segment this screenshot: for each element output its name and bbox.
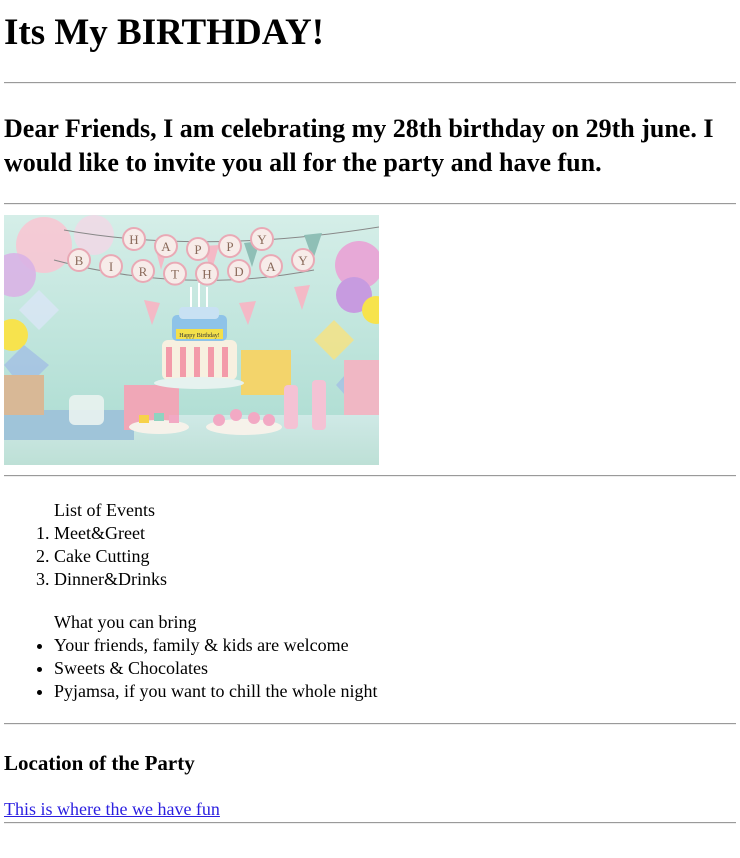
invitation-text: Dear Friends, I am celebrating my 28th b… (4, 114, 714, 177)
banner-letter: Y (298, 253, 308, 268)
banner-letter: D (234, 264, 243, 279)
events-list-section: List of Events Meet&Greet Cake Cutting D… (4, 499, 736, 591)
page-title: Its My BIRTHDAY! (4, 12, 325, 53)
banner-letter: I (109, 259, 113, 274)
divider (4, 203, 736, 205)
bring-list: Your friends, family & kids are welcome … (4, 634, 736, 703)
events-caption: List of Events (54, 500, 155, 520)
bring-list-section: What you can bring Your friends, family … (4, 611, 736, 703)
banner-letter: T (171, 267, 179, 282)
banner-letter: P (194, 242, 201, 257)
banner-letter: P (226, 239, 233, 254)
banner-letter: B (75, 253, 84, 268)
banner-letter: A (266, 259, 276, 274)
events-list: Meet&Greet Cake Cutting Dinner&Drinks (4, 522, 736, 591)
banner-letter: A (161, 239, 171, 254)
list-item: Dinner&Drinks (54, 568, 736, 591)
list-item: Meet&Greet (54, 522, 736, 545)
banner-letter: R (139, 264, 148, 279)
banner-letter: Y (257, 232, 267, 247)
location-heading: Location of the Party (4, 751, 195, 775)
location-link[interactable]: This is where the we have fun (4, 798, 220, 821)
bring-caption: What you can bring (54, 612, 197, 632)
birthday-party-image: HAPPY BIRTHDAY Happy Birthday! (4, 215, 379, 465)
banner-letter: H (129, 232, 138, 247)
banner-letter: H (202, 267, 211, 282)
divider (4, 822, 736, 824)
divider (4, 475, 736, 477)
list-item: Cake Cutting (54, 545, 736, 568)
list-item: Pyjamsa, if you want to chill the whole … (54, 680, 736, 703)
list-item: Your friends, family & kids are welcome (54, 634, 736, 657)
list-item: Sweets & Chocolates (54, 657, 736, 680)
svg-text:Happy Birthday!: Happy Birthday! (179, 333, 220, 339)
